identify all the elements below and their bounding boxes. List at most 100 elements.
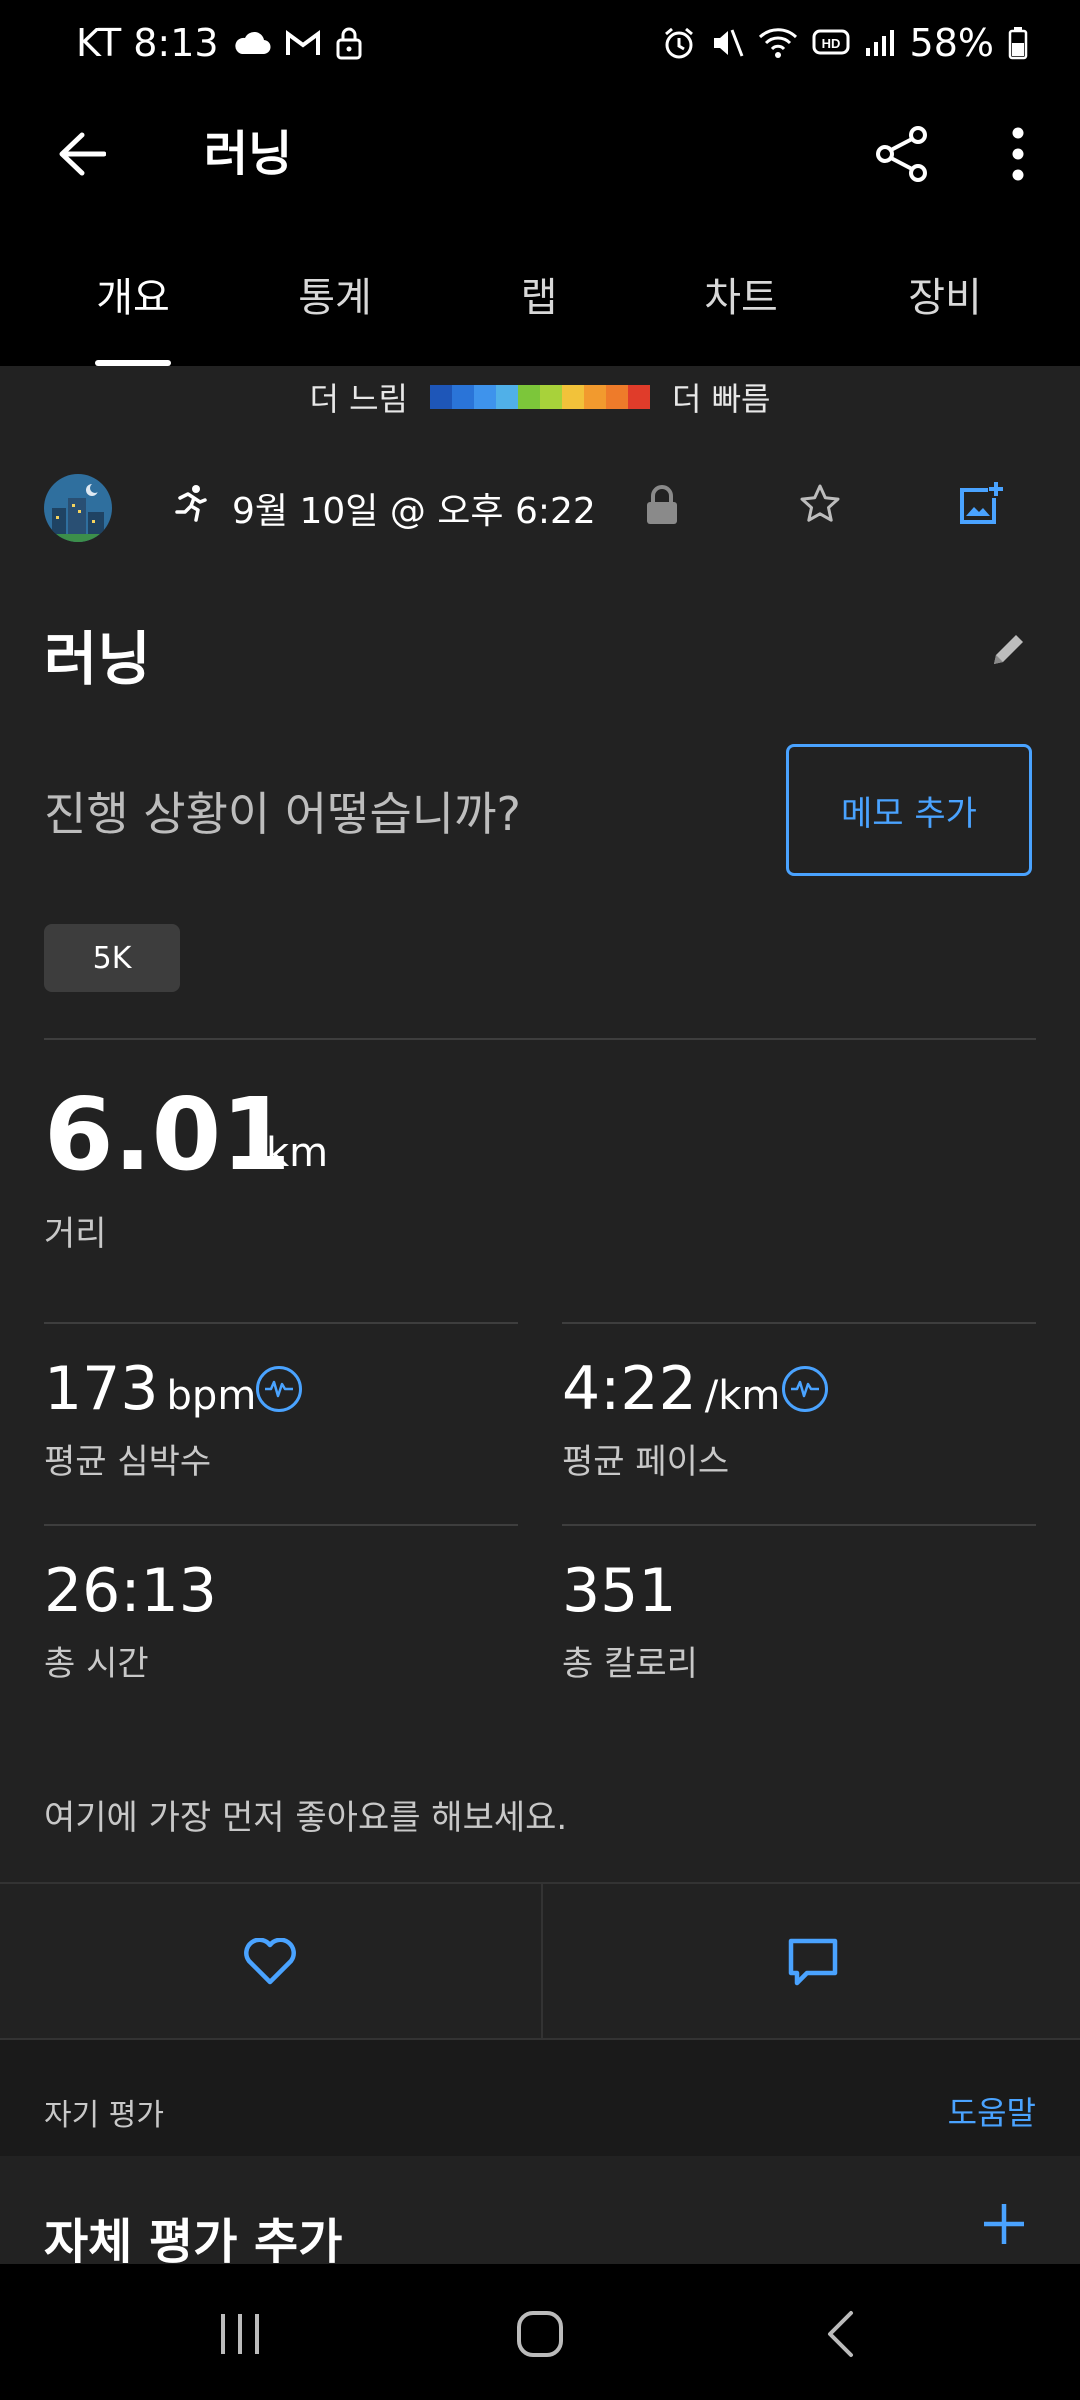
pace-monitor-icon [782, 1366, 828, 1412]
home-button[interactable] [480, 2294, 600, 2374]
distance-unit: km [266, 1130, 329, 1176]
divider [44, 1322, 518, 1324]
kudos-prompt: 여기에 가장 먼저 좋아요를 해보세요. [44, 1798, 568, 1838]
home-icon [517, 2311, 563, 2357]
tab-overview[interactable]: 개요 [32, 222, 234, 366]
battery-icon [1008, 26, 1028, 60]
pace-color-swatch [452, 385, 474, 409]
share-icon [876, 126, 927, 182]
avg-pace-number: 4:22 [562, 1354, 697, 1424]
tab-label: 차트 [704, 275, 778, 321]
activity-date-time: 9월 10일 @ 오후 6:22 [232, 491, 596, 532]
more-options-button[interactable] [980, 114, 1056, 194]
distance-label: 거리 [44, 1214, 107, 1254]
plus-icon[interactable] [980, 2200, 1028, 2252]
avg-pace-value: 4:22/km [562, 1354, 780, 1431]
system-back-button[interactable] [780, 2294, 900, 2374]
svg-text:HD: HD [821, 36, 840, 51]
activity-name: 러닝 [44, 625, 151, 693]
pace-color-swatch [540, 385, 562, 409]
page-title: 러닝 [204, 126, 293, 182]
calories-value: 351 [562, 1556, 677, 1626]
tab-label: 통계 [298, 275, 372, 321]
status-left: KT 8:13 [76, 16, 363, 70]
avg-heart-rate-label: 평균 심박수 [44, 1442, 212, 1482]
pace-color-swatch [606, 385, 628, 409]
status-right: HD 58% [662, 16, 1028, 70]
back-button[interactable] [44, 116, 120, 192]
signal-icon [864, 28, 896, 58]
pace-slow-label: 더 느림 [309, 380, 409, 418]
help-link[interactable]: 도움말 [948, 2088, 1036, 2134]
tab-label: 개요 [96, 275, 170, 321]
add-photo-icon[interactable] [956, 480, 1004, 532]
divider [562, 1524, 1036, 1526]
avg-heart-rate-value: 173 bpm [44, 1354, 256, 1431]
avatar-image [44, 474, 112, 542]
pace-color-swatch [474, 385, 496, 409]
lock-icon [335, 26, 363, 60]
cloud-icon [233, 30, 271, 56]
tab-gear[interactable]: 장비 [844, 222, 1046, 366]
alarm-icon [662, 26, 696, 60]
progress-prompt[interactable]: 진행 상황이 어떻습니까? [44, 778, 521, 844]
avatar[interactable] [44, 474, 112, 542]
pace-color-swatch [584, 385, 606, 409]
avg-pace-label: 평균 페이스 [562, 1442, 730, 1482]
comment-button[interactable] [541, 1884, 1080, 2040]
pace-color-swatch [628, 385, 650, 409]
avg-pace-unit: /km [704, 1373, 781, 1419]
tab-charts[interactable]: 차트 [640, 222, 842, 366]
self-evaluation-add-row[interactable]: 자체 평가 추가 [0, 2156, 1080, 2270]
wifi-icon [758, 27, 798, 59]
status-bar: KT 8:13 HD 58% [0, 0, 1080, 86]
pace-fast-label: 더 빠름 [672, 380, 771, 418]
privacy-lock-icon[interactable] [644, 484, 680, 530]
tab-label: 장비 [908, 275, 982, 321]
total-time-value: 26:13 [44, 1556, 217, 1626]
carrier-time: KT 8:13 [76, 21, 219, 65]
recent-apps-button[interactable] [180, 2294, 300, 2374]
tab-label: 랩 [520, 275, 558, 321]
self-evaluation-header: 자기 평가 도움말 [0, 2040, 1080, 2156]
mute-icon [710, 26, 744, 60]
pace-color-scale [430, 385, 650, 409]
social-action-bar [0, 1882, 1080, 2040]
pace-color-swatch [430, 385, 452, 409]
pace-color-swatch [518, 385, 540, 409]
chevron-left-icon [828, 2311, 853, 2357]
system-navigation-bar [0, 2264, 1080, 2400]
favorite-star-icon[interactable] [798, 482, 842, 530]
heart-rate-monitor-icon [256, 1366, 302, 1412]
app-bar: 러닝 [0, 86, 1080, 222]
pace-color-swatch [562, 385, 584, 409]
pace-color-swatch [496, 385, 518, 409]
running-icon [170, 484, 210, 533]
arrow-left-icon [59, 132, 106, 176]
self-evaluation-add-label: 자체 평가 추가 [44, 2214, 343, 2270]
avg-heart-rate-unit: bpm [166, 1373, 257, 1419]
edit-pencil-icon[interactable] [988, 630, 1028, 674]
like-button[interactable] [0, 1884, 540, 2040]
pace-legend: 더 느림 더 빠름 [0, 366, 1080, 428]
hd-icon: HD [812, 29, 850, 57]
share-button[interactable] [862, 114, 942, 194]
distance-value: 6.01 [44, 1076, 291, 1193]
add-memo-button[interactable]: 메모 추가 [786, 744, 1032, 876]
battery-percent: 58% [909, 21, 994, 65]
tab-stats[interactable]: 통계 [234, 222, 436, 366]
divider [44, 1038, 1036, 1040]
self-evaluation-title: 자기 평가 [44, 2098, 164, 2133]
tab-laps[interactable]: 랩 [438, 222, 640, 366]
tab-bar: 개요 통계 랩 차트 장비 [0, 222, 1080, 366]
divider [44, 1524, 518, 1526]
total-time-label: 총 시간 [44, 1644, 149, 1684]
heart-icon [244, 1938, 296, 1985]
distance-tag[interactable]: 5K [44, 924, 180, 992]
more-vertical-icon [1012, 127, 1024, 181]
avg-heart-rate-number: 173 [44, 1354, 159, 1424]
recent-apps-icon [221, 2314, 259, 2354]
gmail-icon [285, 29, 321, 57]
comment-icon [788, 1938, 837, 1986]
calories-label: 총 칼로리 [562, 1644, 698, 1684]
